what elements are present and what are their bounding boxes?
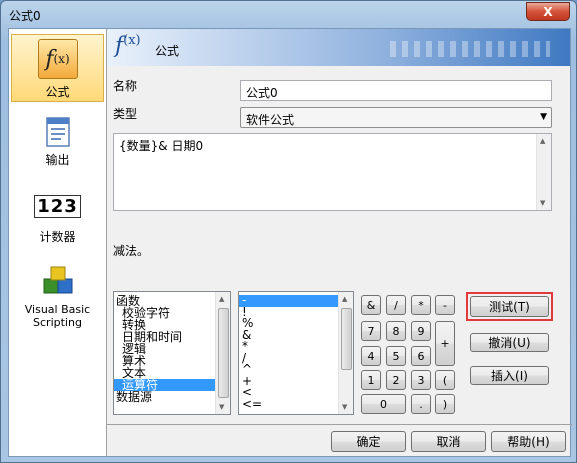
type-select-value: 软件公式: [246, 113, 295, 127]
dialog-client: f (x) 公式 输出 123 计数器 Visual Basic Scripti…: [8, 28, 572, 457]
list-item[interactable]: /: [239, 352, 338, 365]
key-divide[interactable]: /: [386, 295, 406, 315]
list-item-selected[interactable]: -: [239, 294, 338, 307]
key-minus[interactable]: -: [435, 295, 455, 315]
list-item[interactable]: 数据源: [114, 391, 215, 403]
page-title: 公式: [155, 44, 180, 58]
list-item[interactable]: <=: [239, 398, 338, 411]
key-8[interactable]: 8: [386, 321, 406, 341]
key-6[interactable]: 6: [411, 346, 431, 366]
scroll-up-icon: ▲: [219, 295, 225, 303]
key-plus[interactable]: +: [435, 321, 455, 366]
fx-icon: f(x): [37, 39, 78, 79]
key-9[interactable]: 9: [411, 321, 431, 341]
key-left-paren[interactable]: (: [435, 370, 455, 390]
fx-icon: f(x): [115, 33, 141, 59]
ok-button[interactable]: 确定: [331, 431, 406, 452]
key-2[interactable]: 2: [386, 370, 406, 390]
list-item[interactable]: ^: [239, 363, 338, 376]
sidebar-item-label: 计数器: [39, 230, 76, 244]
formula-scrollbar[interactable]: ▲ ▼: [536, 134, 551, 210]
key-7[interactable]: 7: [361, 321, 381, 341]
scrollbar-thumb[interactable]: [341, 308, 352, 370]
cancel-button[interactable]: 取消: [411, 431, 486, 452]
list-item[interactable]: !: [239, 306, 338, 319]
scroll-down-icon: ▼: [540, 199, 546, 207]
help-button[interactable]: 帮助(H): [491, 431, 566, 452]
list-item[interactable]: +: [239, 375, 338, 388]
chevron-down-icon: ▼: [540, 112, 547, 122]
category-list[interactable]: 函数 校验字符 转换 日期和时间 逻辑 算术 文本 运算符 数据源 ▲ ▼: [113, 291, 231, 415]
name-label: 名称: [113, 79, 138, 93]
sidebar-item-label: Visual Basic Scripting: [24, 303, 91, 329]
scroll-down-icon: ▼: [342, 403, 348, 411]
list-item[interactable]: &: [239, 329, 338, 342]
key-5[interactable]: 5: [386, 346, 406, 366]
window-title: 公式0: [9, 9, 41, 23]
sidebar: f (x) 公式 输出 123 计数器 Visual Basic Scripti…: [9, 29, 107, 456]
sidebar-item-label: 输出: [45, 153, 70, 167]
key-multiply[interactable]: *: [411, 295, 431, 315]
name-field[interactable]: 公式0: [240, 80, 552, 101]
list-item[interactable]: *: [239, 340, 338, 353]
footer-divider: [107, 424, 572, 425]
key-decimal[interactable]: .: [411, 394, 431, 414]
undo-button[interactable]: 撤消(U): [470, 333, 549, 352]
type-label: 类型: [113, 107, 138, 121]
sidebar-item-counter[interactable]: 123 计数器: [11, 195, 104, 247]
list-item[interactable]: %: [239, 317, 338, 330]
key-1[interactable]: 1: [361, 370, 381, 390]
category-scrollbar[interactable]: ▲ ▼: [215, 292, 230, 414]
banner-decoration: [390, 41, 550, 57]
type-select[interactable]: 软件公式 ▼: [240, 107, 552, 128]
counter-icon: 123: [34, 195, 81, 218]
sidebar-item-output[interactable]: 输出: [11, 117, 104, 175]
operator-scrollbar[interactable]: ▲ ▼: [338, 292, 353, 414]
sidebar-item-label: 公式: [45, 85, 70, 99]
key-right-paren[interactable]: ): [435, 394, 455, 414]
test-button[interactable]: 测试(T): [470, 296, 549, 317]
formula-text: {数量}& 日期0: [119, 139, 204, 153]
key-4[interactable]: 4: [361, 346, 381, 366]
sidebar-item-formula[interactable]: f (x) 公式: [11, 34, 104, 102]
insert-button[interactable]: 插入(I): [470, 366, 549, 385]
scroll-up-icon: ▲: [540, 137, 546, 145]
sidebar-item-vbs[interactable]: Visual Basic Scripting: [11, 265, 104, 335]
header-banner: f(x) 公式: [107, 29, 570, 66]
scrollbar-thumb[interactable]: [218, 308, 229, 398]
close-button[interactable]: X: [526, 2, 570, 21]
formula-editor[interactable]: {数量}& 日期0 ▲ ▼: [113, 133, 552, 211]
scroll-up-icon: ▲: [342, 295, 348, 303]
key-0[interactable]: 0: [361, 394, 406, 414]
operator-list[interactable]: - ! % & * / ^ + < <= ▲ ▼: [238, 291, 354, 415]
vbs-blocks-icon: [43, 266, 72, 294]
key-ampersand[interactable]: &: [361, 295, 381, 315]
dialog-window: 公式0 X f (x) 公式 输出 123 计数器 Visual Basic S…: [0, 0, 577, 463]
document-icon: [45, 117, 70, 147]
close-icon: X: [543, 4, 553, 19]
key-3[interactable]: 3: [411, 370, 431, 390]
scroll-down-icon: ▼: [219, 403, 225, 411]
description-text: 减法。: [113, 244, 150, 258]
